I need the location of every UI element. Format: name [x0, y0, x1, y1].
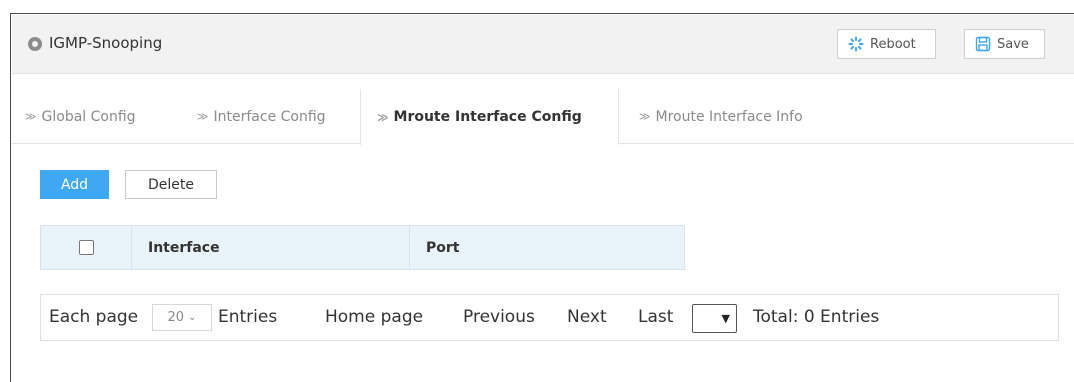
tab-bar: ≫ Global Config ≫ Interface Config ≫ Mro…	[12, 89, 1074, 145]
tab-label: Interface Config	[213, 108, 326, 125]
reboot-label: Reboot	[870, 36, 916, 52]
add-button[interactable]: Add	[40, 170, 109, 199]
floppy-disk-icon	[975, 36, 991, 52]
mroute-interface-table: Interface Port	[40, 225, 685, 270]
next-page-link[interactable]: Next	[567, 307, 607, 327]
save-button[interactable]: Save	[964, 29, 1045, 59]
last-page-link[interactable]: Last	[638, 307, 673, 327]
chevron-down-icon: ⌄	[188, 312, 197, 323]
select-all-checkbox[interactable]	[78, 240, 94, 255]
location-pin-icon	[28, 37, 42, 51]
chevron-right-icon: ≫	[25, 110, 37, 123]
chevron-right-icon: ≫	[377, 110, 389, 124]
column-header-interface[interactable]: Interface	[132, 226, 410, 269]
tab-global-config[interactable]: ≫ Global Config	[25, 89, 136, 144]
delete-button[interactable]: Delete	[125, 170, 217, 199]
chevron-right-icon: ≫	[639, 110, 651, 123]
column-header-port[interactable]: Port	[410, 226, 685, 269]
tab-interface-config[interactable]: ≫ Interface Config	[197, 89, 326, 144]
tab-mroute-interface-info[interactable]: ≫ Mroute Interface Info	[639, 89, 803, 144]
page-jump-select[interactable]: ▼	[692, 304, 737, 333]
spinner-icon	[848, 36, 864, 52]
save-label: Save	[997, 36, 1029, 52]
module-header: IGMP-Snooping Reboot Save	[12, 15, 1074, 74]
reboot-button[interactable]: Reboot	[837, 29, 936, 59]
tab-label: Global Config	[41, 108, 136, 125]
home-page-link[interactable]: Home page	[325, 307, 423, 327]
chevron-down-icon: ▼	[721, 312, 730, 325]
app-frame: IGMP-Snooping Reboot Save ≫ Global Confi…	[10, 13, 1074, 382]
pagination-bar: Each page 20 ⌄ Entries Home page Previou…	[40, 294, 1059, 341]
tab-label: Mroute Interface Config	[393, 109, 582, 125]
previous-page-link[interactable]: Previous	[463, 307, 535, 327]
each-page-label: Each page	[49, 307, 139, 327]
page-size-value: 20	[167, 310, 185, 325]
entries-label: Entries	[218, 307, 278, 327]
select-all-cell	[41, 226, 132, 269]
page-size-select[interactable]: 20 ⌄	[152, 304, 212, 331]
total-entries-label: Total: 0 Entries	[753, 307, 880, 327]
module-title: IGMP-Snooping	[49, 34, 163, 52]
tab-mroute-interface-config[interactable]: ≫ Mroute Interface Config	[360, 89, 619, 145]
tab-label: Mroute Interface Info	[655, 108, 803, 125]
chevron-right-icon: ≫	[197, 110, 209, 123]
